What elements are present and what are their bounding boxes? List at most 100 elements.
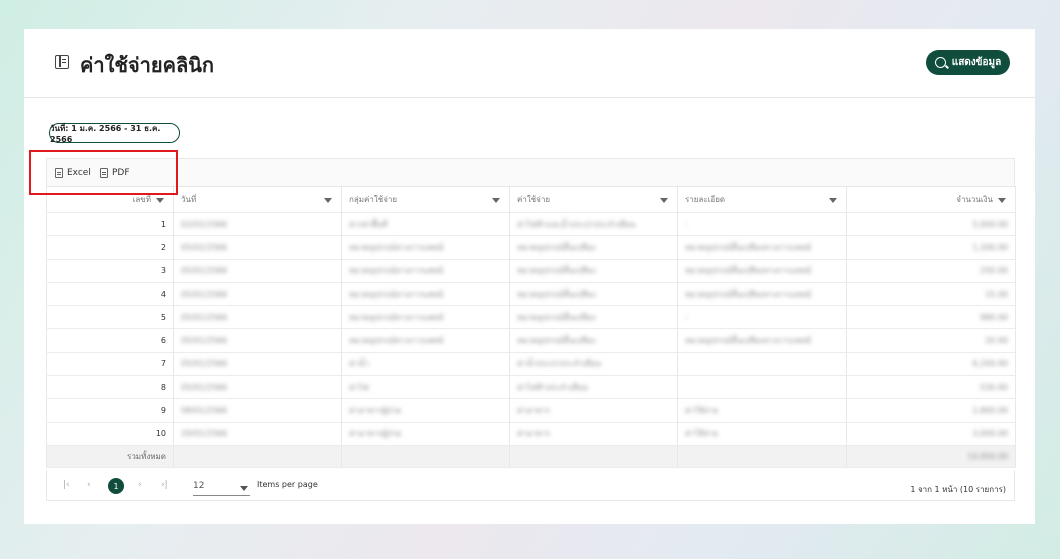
row-amount: 15.00 bbox=[985, 289, 1008, 299]
row-date: 08/01/2566 bbox=[181, 406, 228, 416]
row-detail: - bbox=[685, 312, 688, 322]
row-expense: หมวดอุปกรณ์สิ้นเปลือง bbox=[517, 266, 596, 276]
date-range-text: วันที่: 1 ม.ค. 2566 - 31 ธ.ค. 2566 bbox=[50, 124, 161, 144]
total-amount: 14,950.00 bbox=[967, 451, 1008, 461]
page-1-button[interactable]: 1 bbox=[108, 478, 124, 494]
row-expense: หมวดอุปกรณ์สิ้นเปลือง bbox=[517, 289, 596, 299]
page-header: ค่าใช้จ่ายคลินิก แสดงข้อมูล bbox=[24, 29, 1035, 98]
table-row[interactable]: 8 05/01/2566 ค่าไฟ ค่าไฟฟ้าประจำเดือน 530.00 bbox=[46, 375, 1016, 400]
sort-down-icon[interactable] bbox=[660, 198, 668, 203]
row-detail: ค่าใช้จ่าย bbox=[685, 406, 719, 416]
row-expense: ค่าน้ำประปาประจำเดือน bbox=[517, 359, 602, 369]
row-detail: หมวดอุปกรณ์สิ้นเปลืองทางการแพทย์ bbox=[685, 289, 812, 299]
row-expense: ค่าอาหาร bbox=[517, 406, 551, 416]
row-date: 05/01/2566 bbox=[181, 382, 228, 392]
row-no: 6 bbox=[160, 336, 166, 346]
column-header-detail[interactable]: รายละเอียด bbox=[677, 186, 847, 213]
search-icon bbox=[934, 57, 946, 68]
row-no: 5 bbox=[160, 312, 166, 322]
row-no: 9 bbox=[160, 406, 166, 416]
row-date: 05/01/2566 bbox=[181, 359, 228, 369]
row-detail: หมวดอุปกรณ์สิ้นเปลืองทางการแพทย์ bbox=[685, 336, 812, 346]
row-expense: ค่าอาหาร bbox=[517, 429, 551, 439]
row-expense: หมวดอุปกรณ์สิ้นเปลือง bbox=[517, 336, 596, 346]
page-info: 1 จาก 1 หน้า (10 รายการ) bbox=[910, 485, 1006, 494]
row-amount: 5,000.00 bbox=[972, 219, 1008, 229]
row-no: 8 bbox=[160, 382, 166, 392]
row-group: ค่าอาหารผู้ป่วย bbox=[349, 429, 402, 439]
date-range-chip[interactable]: วันที่: 1 ม.ค. 2566 - 31 ธ.ค. 2566 bbox=[49, 123, 180, 144]
table-row[interactable]: 10 20/01/2566 ค่าอาหารผู้ป่วย ค่าอาหาร ค่าใช… bbox=[46, 422, 1016, 446]
row-group: ค่าเช่าพื้นที่ bbox=[349, 219, 388, 229]
table-header-row: เลขที่ วันที่ กลุ่มค่าใช้จ่าย ค่าใช้จ่าย… bbox=[46, 186, 1016, 213]
row-date: 05/01/2566 bbox=[181, 312, 228, 322]
table-row[interactable]: 6 05/01/2566 หมวดอุปกรณ์ทางการแพทย์ หมวดอุป… bbox=[46, 328, 1016, 353]
pagination-bar: |‹ ‹ 1 › ›| 12 Items per page 1 จาก 1 หน… bbox=[46, 470, 1015, 501]
row-group: หมวดอุปกรณ์ทางการแพทย์ bbox=[349, 242, 444, 252]
row-group: หมวดอุปกรณ์ทางการแพทย์ bbox=[349, 266, 444, 276]
row-no: 1 bbox=[160, 219, 166, 229]
page-size-select[interactable]: 12 bbox=[193, 477, 250, 496]
column-header-amount[interactable]: จำนวนเงิน bbox=[846, 186, 1016, 213]
row-amount: 530.00 bbox=[980, 382, 1008, 392]
row-detail: หมวดอุปกรณ์สิ้นเปลืองทางการแพทย์ bbox=[685, 266, 812, 276]
page-title: ค่าใช้จ่ายคลินิก bbox=[80, 53, 215, 77]
row-date: 05/01/2566 bbox=[181, 336, 228, 346]
main-card: ค่าใช้จ่ายคลินิก แสดงข้อมูล วันที่: 1 ม.… bbox=[24, 29, 1035, 524]
row-no: 7 bbox=[160, 359, 166, 369]
row-group: ค่าไฟ bbox=[349, 382, 369, 392]
row-group: ค่าอาหารผู้ป่วย bbox=[349, 406, 402, 416]
row-amount: 3,000.00 bbox=[972, 429, 1008, 439]
row-no: 4 bbox=[160, 289, 166, 299]
row-date: 05/01/2566 bbox=[181, 266, 228, 276]
row-detail: - bbox=[685, 219, 688, 229]
sort-down-icon[interactable] bbox=[998, 198, 1006, 203]
row-group: หมวดอุปกรณ์ทางการแพทย์ bbox=[349, 336, 444, 346]
total-label: รวมทั้งหมด bbox=[46, 445, 174, 468]
row-amount: 1,200.00 bbox=[972, 242, 1008, 252]
row-group: หมวดอุปกรณ์ทางการแพทย์ bbox=[349, 312, 444, 322]
row-detail: ค่าใช้จ่าย bbox=[685, 429, 719, 439]
highlight-box bbox=[29, 150, 178, 195]
table-row[interactable]: 2 05/01/2566 หมวดอุปกรณ์ทางการแพทย์ หมวดอุป… bbox=[46, 235, 1016, 260]
row-no: 2 bbox=[160, 242, 166, 252]
first-page-button[interactable]: |‹ bbox=[63, 480, 70, 490]
table-row[interactable]: 5 05/01/2566 หมวดอุปกรณ์ทางการแพทย์ หมวดอุป… bbox=[46, 305, 1016, 330]
last-page-button[interactable]: ›| bbox=[161, 480, 168, 490]
row-group: หมวดอุปกรณ์ทางการแพทย์ bbox=[349, 289, 444, 299]
row-no: 3 bbox=[160, 266, 166, 276]
table-row[interactable]: 7 05/01/2566 ค่าน้ำ ค่าน้ำประปาประจำเดือน 6,… bbox=[46, 352, 1016, 377]
prev-page-button[interactable]: ‹ bbox=[87, 480, 91, 490]
row-detail: หมวดอุปกรณ์สิ้นเปลืองทางการแพทย์ bbox=[685, 242, 812, 252]
column-header-date[interactable]: วันที่ bbox=[173, 186, 342, 213]
row-date: 05/01/2566 bbox=[181, 289, 228, 299]
row-date: 02/01/2566 bbox=[181, 219, 228, 229]
sort-down-icon[interactable] bbox=[492, 198, 500, 203]
show-data-label: แสดงข้อมูล bbox=[951, 57, 1002, 68]
total-row: รวมทั้งหมด 14,950.00 bbox=[46, 445, 1016, 468]
next-page-button[interactable]: › bbox=[138, 480, 142, 490]
table-row[interactable]: 9 08/01/2566 ค่าอาหารผู้ป่วย ค่าอาหาร ค่าใช้… bbox=[46, 398, 1016, 423]
table-row[interactable]: 1 02/01/2566 ค่าเช่าพื้นที่ ค่าไฟฟ้าและน้ำป… bbox=[46, 212, 1016, 237]
table-row[interactable]: 3 05/01/2566 หมวดอุปกรณ์ทางการแพทย์ หมวดอุป… bbox=[46, 259, 1016, 283]
row-expense: ค่าไฟฟ้าประจำเดือน bbox=[517, 382, 588, 392]
row-amount: 250.00 bbox=[980, 266, 1008, 276]
row-amount: 980.00 bbox=[980, 312, 1008, 322]
export-toolbar: Excel PDF bbox=[46, 158, 1015, 186]
expense-table: เลขที่ วันที่ กลุ่มค่าใช้จ่าย ค่าใช้จ่าย… bbox=[46, 186, 1016, 468]
table-row[interactable]: 4 05/01/2566 หมวดอุปกรณ์ทางการแพทย์ หมวดอุป… bbox=[46, 282, 1016, 307]
row-group: ค่าน้ำ bbox=[349, 359, 369, 369]
show-data-button[interactable]: แสดงข้อมูล bbox=[926, 50, 1010, 75]
book-icon bbox=[55, 55, 69, 69]
column-header-group[interactable]: กลุ่มค่าใช้จ่าย bbox=[341, 186, 510, 213]
page-size-value: 12 bbox=[193, 481, 205, 491]
row-amount: 20.00 bbox=[985, 336, 1008, 346]
items-per-page-label: Items per page bbox=[257, 480, 318, 489]
sort-down-icon[interactable] bbox=[829, 198, 837, 203]
sort-down-icon[interactable] bbox=[324, 198, 332, 203]
row-date: 05/01/2566 bbox=[181, 242, 228, 252]
sort-down-icon[interactable] bbox=[156, 198, 164, 203]
column-header-expense[interactable]: ค่าใช้จ่าย bbox=[509, 186, 678, 213]
row-amount: 6,200.00 bbox=[972, 359, 1008, 369]
row-date: 20/01/2566 bbox=[181, 429, 228, 439]
